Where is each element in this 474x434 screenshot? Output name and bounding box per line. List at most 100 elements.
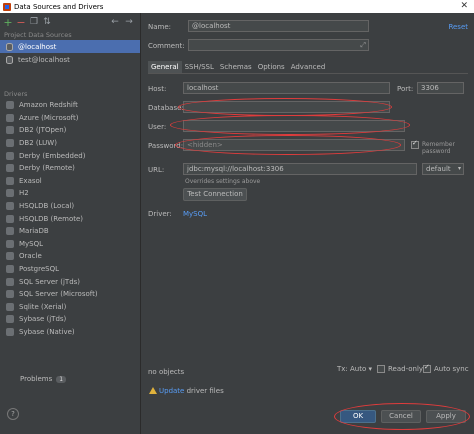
duplicate-icon[interactable]: ❐ [29, 17, 39, 27]
driver-label: Driver: [148, 210, 172, 218]
tab-options[interactable]: Options [255, 61, 288, 73]
driver-icon [6, 302, 14, 311]
datasource-item-localhost[interactable]: @localhost [0, 40, 140, 53]
user-input[interactable] [183, 120, 405, 132]
back-icon[interactable]: ← [110, 17, 120, 27]
tx-mode-select[interactable]: Tx: Auto ▾ [337, 365, 372, 373]
driver-label: HSQLDB (Remote) [19, 214, 84, 223]
update-link[interactable]: Update [159, 387, 184, 395]
url-input[interactable]: jdbc:mysql://localhost:3306 [183, 163, 417, 175]
name-input[interactable]: @localhost [188, 20, 369, 32]
project-data-sources-label: Project Data Sources [4, 31, 72, 39]
readonly-checkbox[interactable] [377, 365, 385, 373]
driver-label: Sqlite (Xerial) [19, 302, 67, 311]
driver-list: Amazon Redshift Azure (Microsoft) DB2 (JTO… [0, 99, 140, 338]
driver-link[interactable]: MySQL [183, 210, 207, 218]
reset-link[interactable]: Reset [448, 23, 468, 31]
driver-item[interactable]: DB2 (JTOpen) [0, 124, 140, 137]
driver-label: DB2 (JTOpen) [19, 126, 67, 135]
expand-icon[interactable]: ⤢ [360, 40, 366, 50]
driver-item[interactable]: Derby (Embedded) [0, 149, 140, 162]
driver-label: Sybase (jTds) [19, 315, 67, 324]
tab-advanced[interactable]: Advanced [288, 61, 329, 73]
add-icon[interactable]: + [3, 16, 13, 29]
move-icon[interactable]: ⇅ [42, 17, 52, 27]
driver-item[interactable]: H2 [0, 187, 140, 200]
driver-icon [6, 139, 14, 148]
database-input[interactable] [183, 101, 390, 113]
settings-tabs: General SSH/SSL Schemas Options Advanced [148, 61, 328, 73]
driver-item[interactable]: HSQLDB (Remote) [0, 212, 140, 225]
driver-item[interactable]: DB2 (LUW) [0, 137, 140, 150]
remove-icon[interactable]: − [16, 16, 26, 29]
driver-label: Derby (Remote) [19, 164, 75, 173]
port-input[interactable]: 3306 [417, 82, 464, 94]
title-bar: Data Sources and Drivers ✕ [0, 0, 474, 13]
warning-icon [149, 387, 157, 394]
ok-button[interactable]: OK [340, 410, 376, 423]
update-text: driver files [184, 387, 224, 395]
driver-item[interactable]: MySQL [0, 238, 140, 251]
url-mode-value: default [426, 165, 451, 173]
driver-item[interactable]: MariaDB [0, 225, 140, 238]
driver-item[interactable]: SQL Server (Microsoft) [0, 288, 140, 301]
left-panel: + − ❐ ⇅ ← → Project Data Sources @localh… [0, 13, 141, 434]
forward-icon[interactable]: → [124, 17, 134, 27]
right-panel: Name: @localhost Reset Comment: ⤢ Genera… [142, 13, 474, 434]
app-icon [3, 2, 11, 11]
password-input[interactable]: <hidden> [183, 139, 405, 151]
tab-ssh-ssl[interactable]: SSH/SSL [182, 61, 217, 73]
driver-item[interactable]: Derby (Remote) [0, 162, 140, 175]
url-mode-select[interactable]: default ▾ [422, 163, 464, 175]
cancel-button[interactable]: Cancel [381, 410, 421, 423]
driver-label: Amazon Redshift [19, 101, 78, 110]
driver-icon [6, 265, 14, 274]
driver-item[interactable]: Amazon Redshift [0, 99, 140, 112]
driver-label: MariaDB [19, 227, 49, 236]
host-input[interactable]: localhost [183, 82, 390, 94]
driver-item[interactable]: Azure (Microsoft) [0, 112, 140, 125]
apply-button[interactable]: Apply [426, 410, 466, 423]
driver-icon [6, 315, 14, 324]
chevron-down-icon: ▾ [368, 365, 373, 373]
name-label: Name: [148, 23, 172, 31]
driver-item[interactable]: Exasol [0, 175, 140, 188]
url-label: URL: [148, 166, 165, 174]
problems-indicator[interactable]: Problems 1 [20, 375, 67, 383]
driver-icon [6, 239, 14, 248]
driver-icon [6, 202, 14, 211]
driver-label: MySQL [19, 239, 44, 248]
driver-item[interactable]: SQL Server (jTds) [0, 275, 140, 288]
tx-mode-label: Tx: Auto [337, 365, 367, 373]
driver-icon [6, 126, 14, 135]
datasource-item-test-localhost[interactable]: test@localhost [0, 53, 140, 66]
chevron-down-icon: ▾ [457, 165, 461, 172]
autosync-label: Auto sync [434, 365, 469, 373]
driver-item[interactable]: Sybase (jTds) [0, 313, 140, 326]
remember-password-checkbox[interactable] [411, 139, 419, 149]
datasource-label: @localhost [18, 42, 57, 51]
driver-icon [6, 189, 14, 198]
comment-input[interactable]: ⤢ [188, 39, 369, 51]
driver-label: SQL Server (Microsoft) [19, 290, 98, 299]
driver-icon [6, 277, 14, 286]
autosync-checkbox[interactable] [423, 363, 431, 373]
update-driver-message: Update driver files [159, 387, 224, 395]
driver-item[interactable]: Oracle [0, 250, 140, 263]
driver-item[interactable]: HSQLDB (Local) [0, 200, 140, 213]
driver-icon [6, 164, 14, 173]
driver-item[interactable]: PostgreSQL [0, 263, 140, 276]
tab-general[interactable]: General [148, 61, 182, 73]
tab-schemas[interactable]: Schemas [217, 61, 255, 73]
user-label: User: [148, 123, 167, 131]
driver-item[interactable]: Sqlite (Xerial) [0, 301, 140, 314]
driver-item[interactable]: Sybase (Native) [0, 326, 140, 339]
left-toolbar: + − ❐ ⇅ ← → [0, 13, 140, 31]
driver-icon [6, 113, 14, 122]
password-label: Password: [148, 142, 184, 150]
comment-label: Comment: [148, 42, 185, 50]
driver-label: Oracle [19, 252, 42, 261]
driver-icon [6, 290, 14, 299]
window-close-icon[interactable]: ✕ [460, 1, 468, 11]
test-connection-button[interactable]: Test Connection [183, 188, 247, 201]
